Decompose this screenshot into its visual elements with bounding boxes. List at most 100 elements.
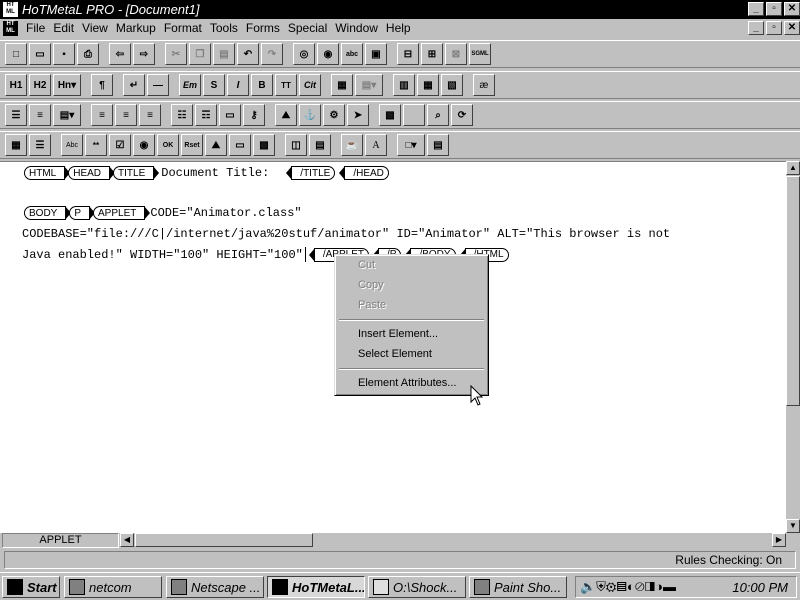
- tag-title-open[interactable]: TITLE: [113, 166, 160, 180]
- menu-help[interactable]: Help: [386, 21, 419, 35]
- tag-html-open[interactable]: HTML: [24, 166, 71, 180]
- menu-view[interactable]: View: [82, 21, 116, 35]
- bold-button[interactable]: B: [251, 74, 273, 96]
- tt-button[interactable]: TT: [275, 74, 297, 96]
- radio-icon[interactable]: ◉: [133, 134, 155, 156]
- scroll-thumb[interactable]: [786, 176, 800, 406]
- menu-item-select-element[interactable]: Select Element: [358, 348, 432, 360]
- paragraph-icon[interactable]: ¶: [91, 74, 113, 96]
- h1-button[interactable]: H1: [5, 74, 27, 96]
- hn-dropdown[interactable]: Hn ▾: [53, 74, 81, 96]
- script-icon[interactable]: ☕: [341, 134, 363, 156]
- h2-button[interactable]: H2: [29, 74, 51, 96]
- reset-icon[interactable]: Rset: [181, 134, 203, 156]
- task-netscape[interactable]: Netscape ...: [166, 576, 264, 598]
- title-text[interactable]: Document Title:: [161, 166, 269, 180]
- tag-title-close[interactable]: /TITLE: [286, 166, 336, 180]
- h-scroll-thumb[interactable]: [135, 533, 313, 547]
- menu-edit[interactable]: Edit: [53, 21, 82, 35]
- table-grid-icon[interactable]: ▥: [393, 74, 415, 96]
- find-icon[interactable]: ◎: [293, 43, 315, 65]
- menu-item-paste[interactable]: Paste: [358, 299, 386, 311]
- link-goto-icon[interactable]: ➤: [347, 104, 369, 126]
- doc-restore-button[interactable]: ▫: [766, 21, 782, 35]
- search-icon[interactable]: ⌕: [427, 104, 449, 126]
- applet-codebase-attr[interactable]: CODEBASE="file:///C|/internet/java%20stu…: [22, 227, 670, 241]
- align-right-icon[interactable]: ≡: [139, 104, 161, 126]
- forward-icon[interactable]: ⇨: [133, 43, 155, 65]
- find-next-icon[interactable]: ◉: [317, 43, 339, 65]
- submit-icon[interactable]: OK: [157, 134, 179, 156]
- tag-applet-open[interactable]: APPLET: [93, 206, 151, 220]
- em-button[interactable]: Em: [179, 74, 201, 96]
- refresh-icon[interactable]: ⟳: [451, 104, 473, 126]
- address-icon[interactable]: ▦: [331, 74, 353, 96]
- show-tags-icon[interactable]: ⊞: [421, 43, 443, 65]
- special-char-button[interactable]: æ: [473, 74, 495, 96]
- menu-item-element-attributes[interactable]: Element Attributes...: [358, 377, 456, 389]
- abc-icon[interactable]: abc: [341, 43, 363, 65]
- bullet-list-icon[interactable]: ☰: [5, 104, 27, 126]
- document-icon[interactable]: HT ML: [3, 21, 18, 36]
- table-row-insert-icon[interactable]: ☰: [29, 134, 51, 156]
- task-folder[interactable]: O:\Shock...: [368, 576, 466, 598]
- link-icon[interactable]: ⚙: [323, 104, 345, 126]
- menu-markup[interactable]: Markup: [116, 21, 164, 35]
- table-icon[interactable]: ▦: [5, 134, 27, 156]
- blank-icon[interactable]: [403, 104, 425, 126]
- text-field-icon[interactable]: Abc: [61, 134, 83, 156]
- applet-size-attr[interactable]: Java enabled!" WIDTH="100" HEIGHT="100": [22, 248, 303, 262]
- tag-body-open[interactable]: BODY: [24, 206, 72, 220]
- task-hotmetal[interactable]: HoTMetaL...: [267, 576, 365, 598]
- doc-minimize-button[interactable]: _: [748, 21, 764, 35]
- scroll-up-icon[interactable]: ▲: [786, 161, 800, 175]
- frame-icon[interactable]: ◫: [285, 134, 307, 156]
- scroll-right-icon[interactable]: ▶: [772, 533, 786, 547]
- undo-icon[interactable]: ↶: [237, 43, 259, 65]
- line-break-icon[interactable]: ↵: [123, 74, 145, 96]
- image-input-icon[interactable]: ⛰: [205, 134, 227, 156]
- horizontal-rule-icon[interactable]: —: [147, 74, 169, 96]
- hide-tags-icon[interactable]: ⊟: [397, 43, 419, 65]
- italic-button[interactable]: I: [227, 74, 249, 96]
- open-icon[interactable]: ▭: [29, 43, 51, 65]
- picture-icon[interactable]: ▩: [379, 104, 401, 126]
- numbered-list-icon[interactable]: ≡: [29, 104, 51, 126]
- password-field-icon[interactable]: **: [85, 134, 107, 156]
- menu-window[interactable]: Window: [335, 21, 386, 35]
- cite-button[interactable]: Cit: [299, 74, 321, 96]
- tag-head-close[interactable]: /HEAD: [339, 166, 389, 180]
- applet-code-attr[interactable]: CODE="Animator.class": [150, 206, 301, 220]
- anchor-icon[interactable]: ⚓: [299, 104, 321, 126]
- image-icon[interactable]: ⛰: [275, 104, 297, 126]
- clipboard-icon[interactable]: ▤: [427, 134, 449, 156]
- menu-file[interactable]: File: [26, 21, 53, 35]
- copy-icon[interactable]: ❐: [189, 43, 211, 65]
- table-row-icon[interactable]: ▧: [441, 74, 463, 96]
- tag-p-open[interactable]: P: [69, 206, 95, 220]
- table-cell-icon[interactable]: ▦: [417, 74, 439, 96]
- menu-special[interactable]: Special: [288, 21, 335, 35]
- menu-item-copy[interactable]: Copy: [358, 279, 384, 291]
- menu-format[interactable]: Format: [164, 21, 210, 35]
- spell-icon[interactable]: ▣: [365, 43, 387, 65]
- start-button[interactable]: Start: [2, 576, 60, 598]
- tag-head-open[interactable]: HEAD: [68, 166, 115, 180]
- back-icon[interactable]: ⇦: [109, 43, 131, 65]
- validate-icon[interactable]: ⊠: [445, 43, 467, 65]
- print-icon[interactable]: ⎙: [77, 43, 99, 65]
- strong-button[interactable]: S: [203, 74, 225, 96]
- vertical-scrollbar[interactable]: ▲ ▼: [786, 161, 800, 533]
- frameset-icon[interactable]: ▤: [309, 134, 331, 156]
- align-left-icon[interactable]: ≡: [91, 104, 113, 126]
- style-dropdown[interactable]: □▾: [397, 134, 425, 156]
- menu-tools[interactable]: Tools: [210, 21, 246, 35]
- menu-forms[interactable]: Forms: [246, 21, 288, 35]
- menu-item-cut[interactable]: Cut: [358, 259, 375, 271]
- font-dropdown[interactable]: ▤▾: [355, 74, 383, 96]
- scroll-down-icon[interactable]: ▼: [786, 519, 800, 533]
- definition-list-icon[interactable]: ☷: [171, 104, 193, 126]
- close-button[interactable]: ✕: [784, 2, 800, 16]
- minimize-button[interactable]: _: [748, 2, 764, 16]
- list-dropdown[interactable]: ▤▾: [53, 104, 81, 126]
